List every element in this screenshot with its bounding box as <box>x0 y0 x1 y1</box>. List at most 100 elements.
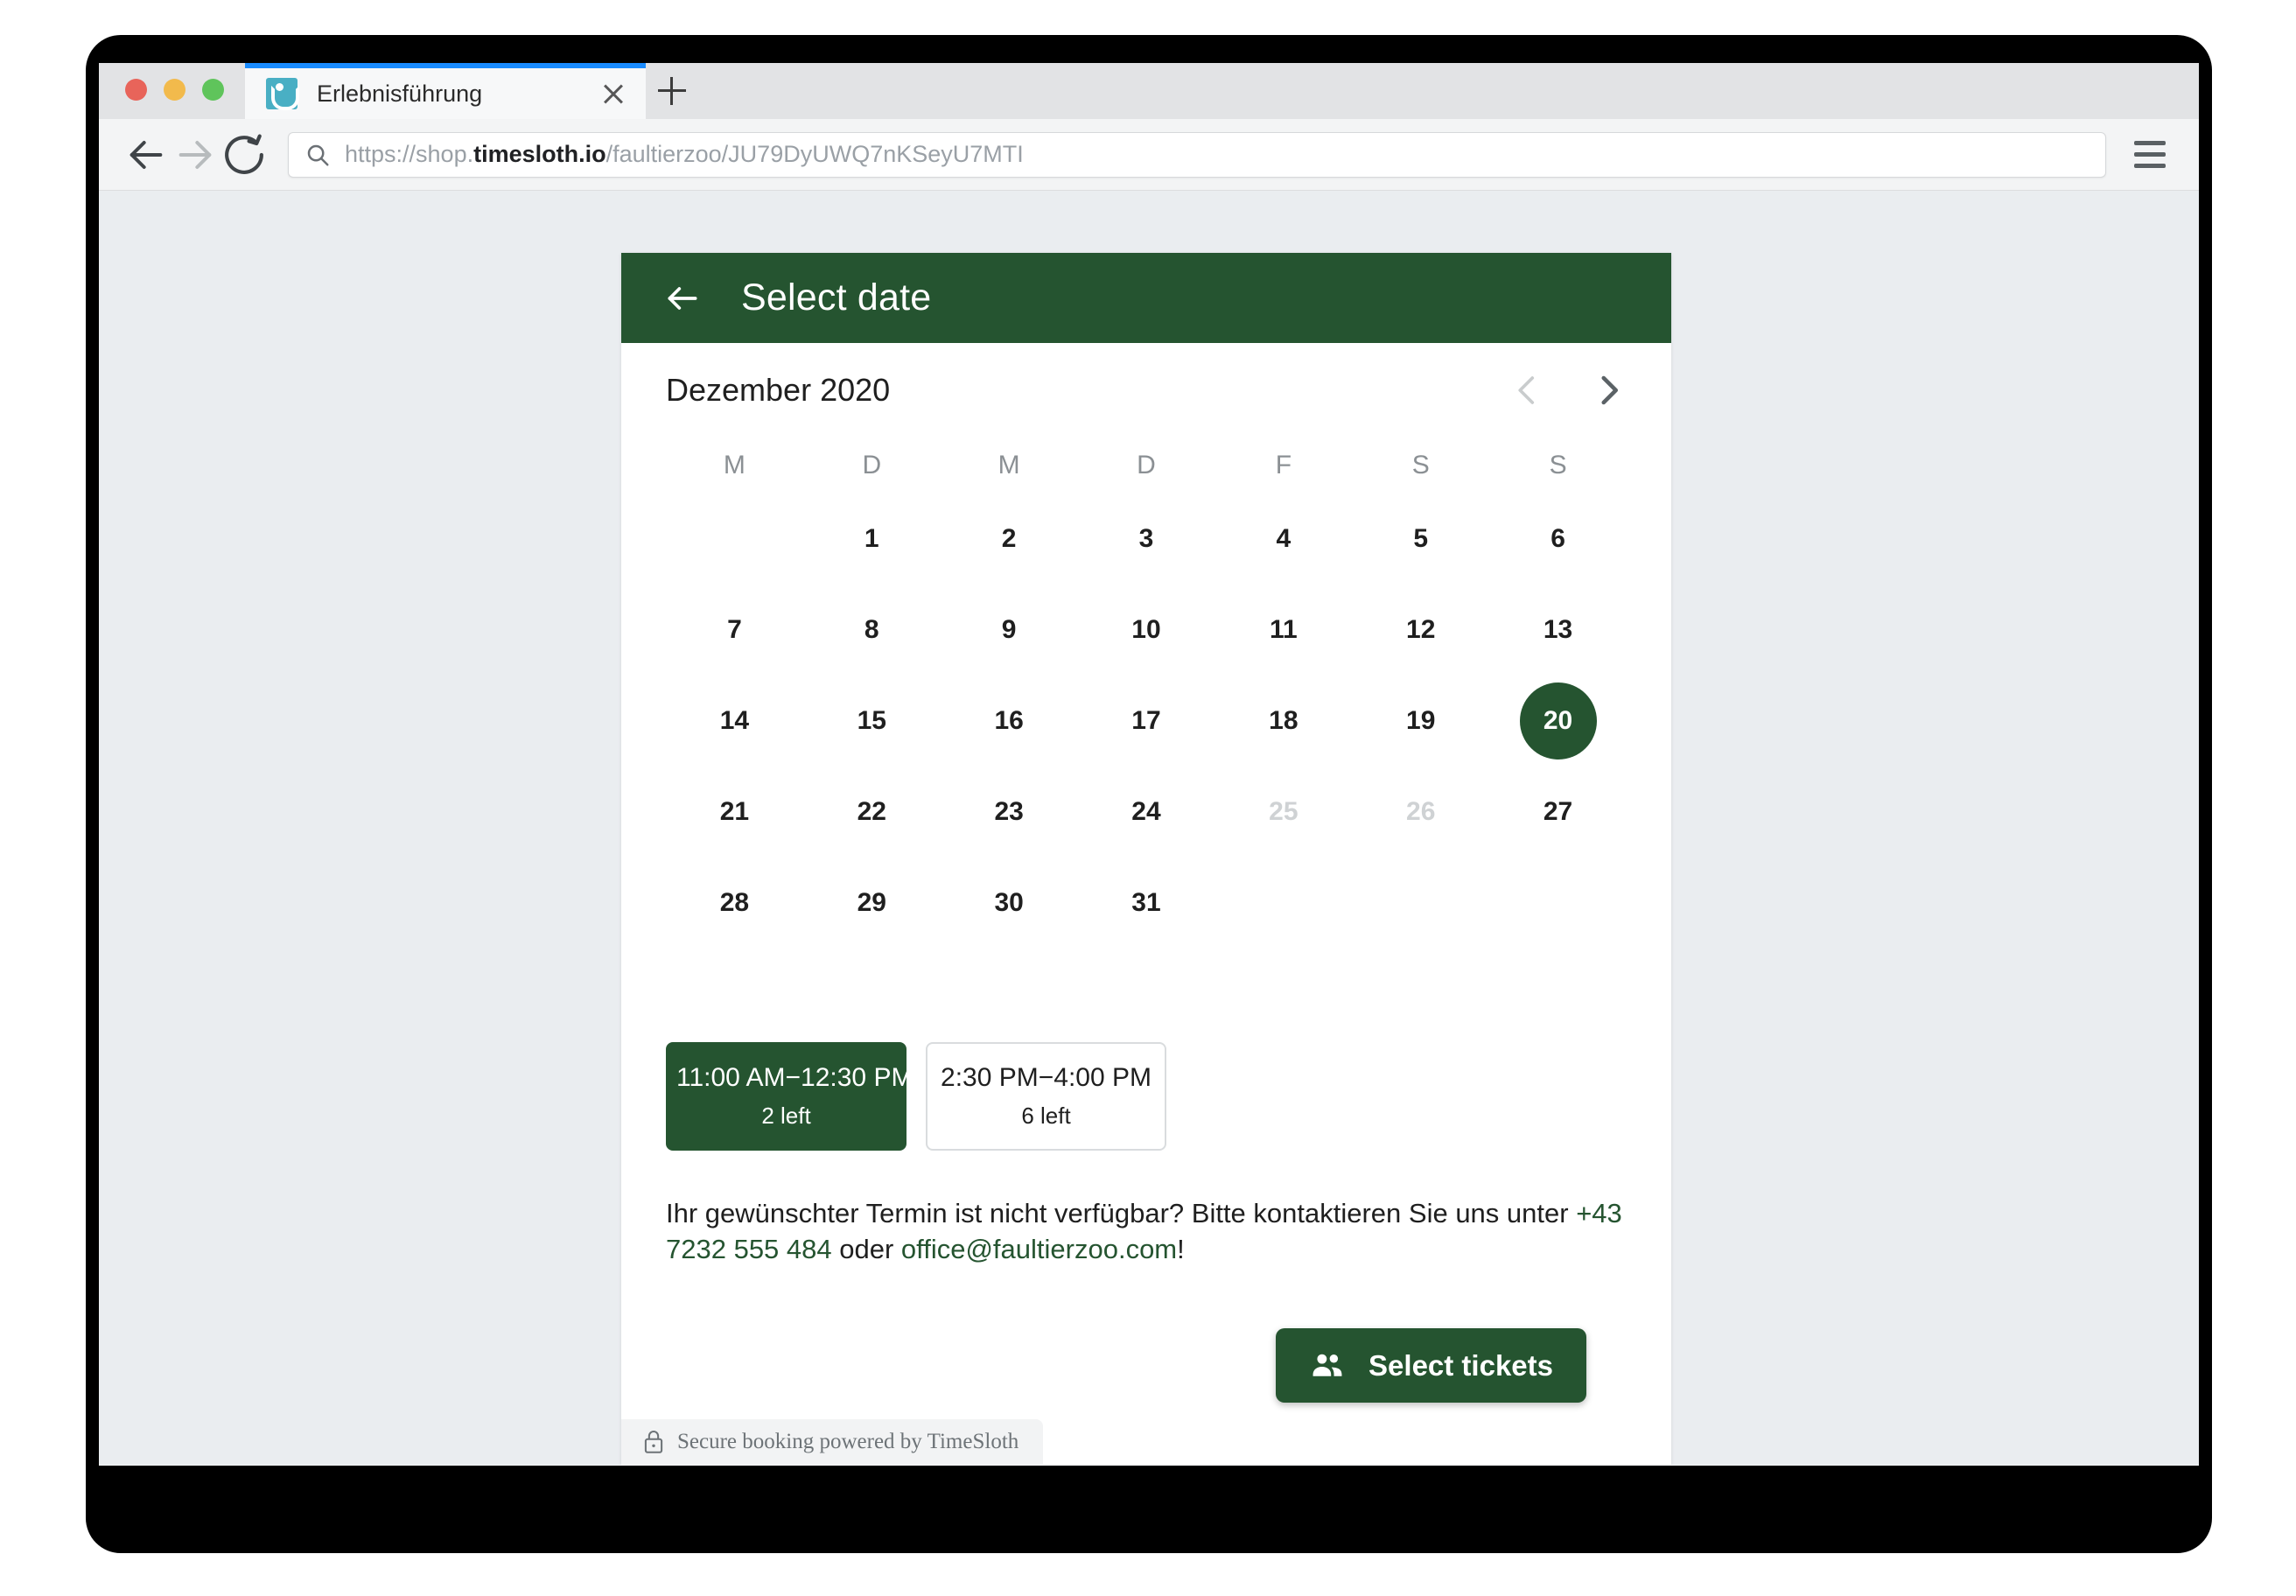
address-bar-text: https://shop.timesloth.io/faultierzoo/JU… <box>345 141 1024 168</box>
calendar-day-label: 11 <box>1269 615 1298 644</box>
weekday-label: M <box>723 451 746 480</box>
calendar-day[interactable]: 20 <box>1489 682 1627 760</box>
weekday-label: D <box>1137 451 1156 480</box>
calendar-day-label: 28 <box>719 888 750 917</box>
calendar-day[interactable]: 28 <box>666 864 803 942</box>
weekday-label: F <box>1275 451 1292 480</box>
close-icon[interactable] <box>598 79 628 108</box>
weekday-label: S <box>1411 451 1430 480</box>
calendar-day[interactable]: 9 <box>941 592 1078 668</box>
calendar-week-row: 21 22 23 24 25 26 27 <box>666 774 1627 850</box>
calendar-day[interactable]: 19 <box>1352 682 1489 760</box>
chevron-right-icon[interactable] <box>1590 372 1627 409</box>
calendar-day[interactable]: 24 <box>1078 774 1215 850</box>
calendar-day[interactable]: 16 <box>941 682 1078 760</box>
calendar-day-label: 15 <box>857 706 886 735</box>
chevron-left-icon[interactable] <box>1509 372 1546 409</box>
people-icon <box>1309 1348 1346 1384</box>
card-header: Select date <box>621 253 1671 343</box>
calendar-day[interactable]: 12 <box>1352 592 1489 668</box>
calendar-day[interactable]: 15 <box>803 682 941 760</box>
calendar-day-label: 21 <box>719 797 750 826</box>
select-tickets-button[interactable]: Select tickets <box>1276 1328 1586 1403</box>
calendar-day-label: 27 <box>1543 797 1573 826</box>
calendar-day-label: 7 <box>727 615 742 644</box>
hamburger-menu-icon[interactable] <box>2127 132 2173 178</box>
back-arrow-icon[interactable] <box>122 130 171 179</box>
forward-arrow-icon[interactable] <box>171 130 220 179</box>
calendar-day-label: 8 <box>864 615 879 644</box>
calendar-day[interactable]: 23 <box>941 774 1078 850</box>
calendar-day[interactable]: 14 <box>666 682 803 760</box>
timeslot-option[interactable]: 11:00 AM−12:30 PM 2 left <box>666 1042 913 1151</box>
calendar-day[interactable]: 8 <box>803 592 941 668</box>
calendar-day[interactable]: 21 <box>666 774 803 850</box>
calendar-day-label: 22 <box>857 797 886 826</box>
page-title: Select date <box>741 276 932 318</box>
calendar-day-label: 24 <box>1131 797 1161 826</box>
calendar-day[interactable]: 18 <box>1214 682 1352 760</box>
note-text-tail: ! <box>1177 1234 1185 1264</box>
calendar-weekday-header: M D M D F S S <box>666 444 1627 486</box>
calendar-day[interactable]: 11 <box>1214 592 1352 668</box>
address-bar[interactable]: https://shop.timesloth.io/faultierzoo/JU… <box>288 131 2106 178</box>
weekday-label: S <box>1549 451 1567 480</box>
screen-root: Erlebnisführung https://shop.timesloth.i… <box>0 0 2296 1596</box>
minimize-window-button[interactable] <box>164 79 186 101</box>
maximize-window-button[interactable] <box>202 79 224 101</box>
tab-title: Erlebnisführung <box>317 80 483 107</box>
secure-booking-text: Secure booking powered by TimeSloth <box>677 1430 1019 1453</box>
calendar-month-label: Dezember 2020 <box>666 372 891 408</box>
timeslot-option[interactable]: 2:30 PM−4:00 PM 6 left <box>926 1042 1166 1151</box>
calendar-week-row: 28 29 30 31 <box>666 864 1627 942</box>
calendar-day[interactable]: 13 <box>1489 592 1627 668</box>
calendar-day-label: 20 <box>1519 682 1597 760</box>
calendar-day[interactable]: 4 <box>1214 500 1352 578</box>
calendar-day[interactable]: 17 <box>1078 682 1215 760</box>
calendar-day-label: 9 <box>1001 615 1017 644</box>
select-tickets-label: Select tickets <box>1368 1348 1553 1382</box>
calendar-day[interactable]: 22 <box>803 774 941 850</box>
calendar-day-label: 3 <box>1138 524 1154 553</box>
browser-toolbar: https://shop.timesloth.io/faultierzoo/JU… <box>99 119 2199 191</box>
calendar-day-label: 29 <box>857 888 886 917</box>
lock-icon <box>642 1429 665 1455</box>
window-traffic-lights <box>99 79 224 119</box>
reload-icon[interactable] <box>220 130 269 179</box>
calendar-day-label: 25 <box>1269 797 1298 826</box>
calendar-day[interactable]: 31 <box>1078 864 1215 942</box>
secure-booking-badge: Secure booking powered by TimeSloth <box>621 1419 1044 1465</box>
calendar-day[interactable]: 7 <box>666 592 803 668</box>
calendar-grid: 1 2 3 4 5 6 7 8 9 10 11 12 13 14 15 16 17 18 19 20 21 22 23 24 2… <box>666 500 1627 942</box>
new-tab-icon[interactable] <box>646 63 698 119</box>
calendar-day[interactable]: 1 <box>803 500 941 578</box>
calendar-day[interactable]: 10 <box>1078 592 1215 668</box>
calendar-day-label: 10 <box>1131 615 1161 644</box>
calendar-day[interactable]: 30 <box>941 864 1078 942</box>
calendar-day-label: 18 <box>1269 706 1298 735</box>
calendar-day-label: 26 <box>1406 797 1436 826</box>
calendar-day-label: 17 <box>1131 706 1161 735</box>
browser-tab[interactable]: Erlebnisführung <box>245 63 646 119</box>
calendar-day-label: 19 <box>1406 706 1436 735</box>
email-link[interactable]: office@faultierzoo.com <box>901 1234 1177 1264</box>
calendar-header: Dezember 2020 <box>666 343 1627 438</box>
calendar-day-label: 23 <box>994 797 1024 826</box>
timeslot-time: 2:30 PM−4:00 PM <box>941 1063 1152 1092</box>
calendar-day[interactable]: 6 <box>1489 500 1627 578</box>
booking-card: Select date Dezember 2020 M D M D F S S … <box>621 253 1671 1465</box>
url-scheme: https://shop. <box>345 141 474 167</box>
calendar-day[interactable]: 27 <box>1489 774 1627 850</box>
back-arrow-icon[interactable] <box>663 279 702 318</box>
calendar-day-label: 16 <box>994 706 1024 735</box>
sloth-logo-icon <box>266 78 299 110</box>
calendar-day[interactable]: 3 <box>1078 500 1215 578</box>
calendar-day-label: 14 <box>719 706 750 735</box>
availability-note: Ihr gewünschter Termin ist nicht verfügb… <box>666 1195 1627 1267</box>
calendar-day[interactable]: 29 <box>803 864 941 942</box>
page-viewport: Select date Dezember 2020 M D M D F S S … <box>99 191 2199 1465</box>
calendar-day[interactable]: 5 <box>1352 500 1489 578</box>
note-text-lead: Ihr gewünschter Termin ist nicht verfügb… <box>666 1198 1577 1228</box>
close-window-button[interactable] <box>125 79 147 101</box>
calendar-day[interactable]: 2 <box>941 500 1078 578</box>
